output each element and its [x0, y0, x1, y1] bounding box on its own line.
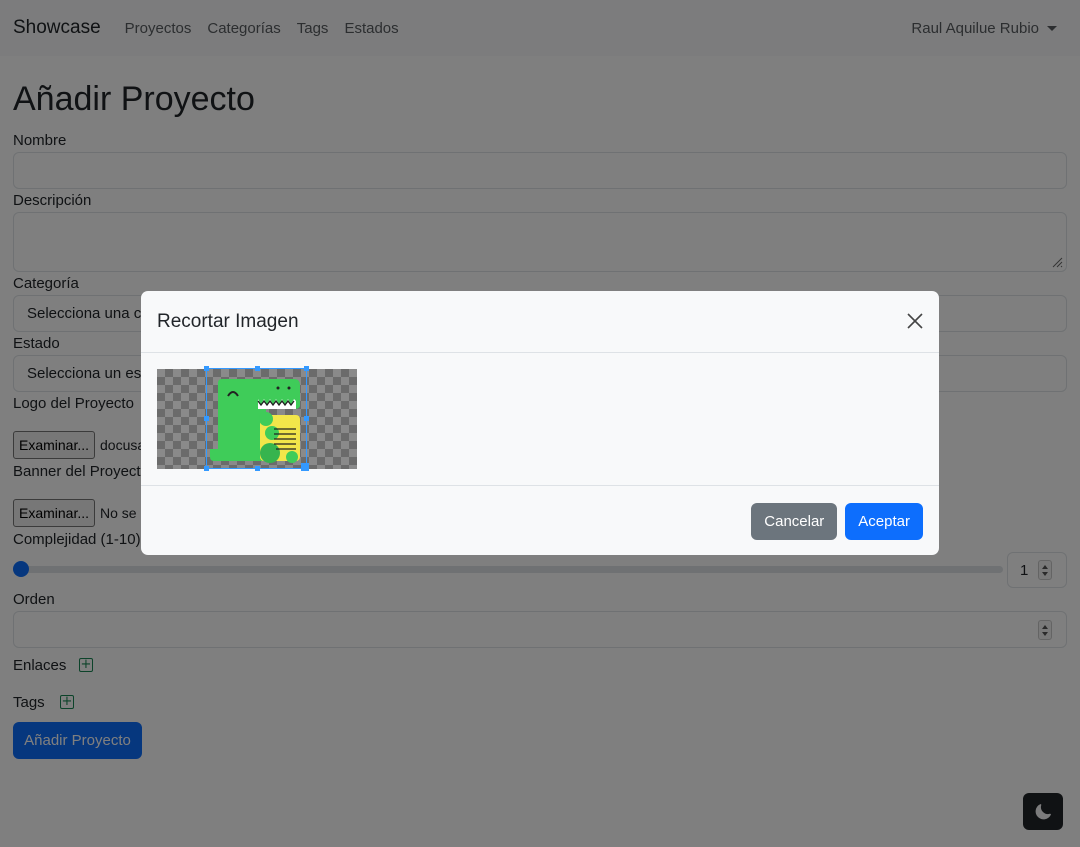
crop-handle-w[interactable]	[204, 416, 209, 421]
accept-button[interactable]: Aceptar	[845, 502, 923, 540]
image-cropper[interactable]	[157, 366, 357, 471]
crop-handle-ne[interactable]	[304, 366, 309, 371]
crop-handle-nw[interactable]	[204, 366, 209, 371]
modal-footer: Cancelar Aceptar	[141, 487, 939, 555]
crop-handle-sw[interactable]	[204, 466, 209, 471]
cancel-button[interactable]: Cancelar	[751, 502, 838, 540]
crop-selection-box[interactable]	[204, 366, 309, 471]
modal-title: Recortar Imagen	[157, 310, 299, 332]
crop-image-modal: Recortar Imagen Cancelar Aceptar	[141, 291, 939, 555]
modal-header: Recortar Imagen	[141, 291, 939, 353]
crop-handle-n[interactable]	[255, 366, 260, 371]
crop-handle-se[interactable]	[301, 463, 309, 471]
modal-body	[141, 353, 939, 486]
close-icon[interactable]	[905, 311, 925, 331]
crop-handle-s[interactable]	[255, 466, 260, 471]
crop-handle-e[interactable]	[304, 416, 309, 421]
